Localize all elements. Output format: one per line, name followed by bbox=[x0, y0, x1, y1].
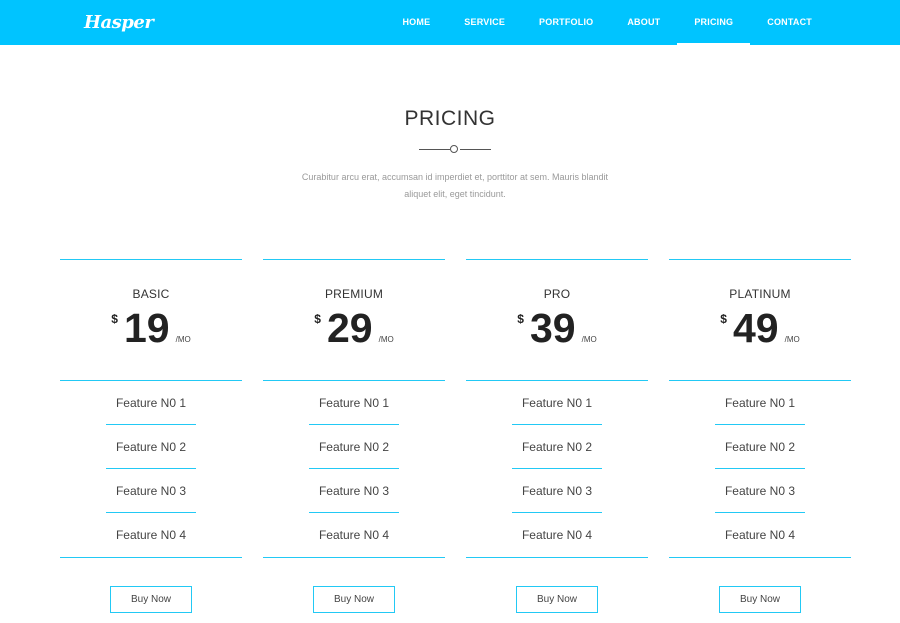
site-logo[interactable]: Hasper bbox=[84, 12, 154, 33]
nav-item-home[interactable]: HOME bbox=[385, 0, 447, 45]
price-amount: 49 bbox=[732, 305, 779, 351]
nav-item-service[interactable]: SERVICE bbox=[447, 0, 522, 45]
price-period: /MO bbox=[175, 335, 191, 344]
feature-item: Feature N0 4 bbox=[115, 528, 187, 542]
feature-item: Feature N0 2 bbox=[669, 425, 851, 469]
feature-item: Feature N0 1 bbox=[60, 381, 242, 425]
price-period: /MO bbox=[784, 335, 800, 344]
feature-item: Feature N0 4 bbox=[724, 528, 796, 542]
price-period: /MO bbox=[378, 335, 394, 344]
feature-item: Feature N0 1 bbox=[466, 381, 648, 425]
buy-now-button-platinum[interactable]: Buy Now bbox=[719, 586, 801, 613]
main-nav: HOME SERVICE PORTFOLIO ABOUT PRICING CON… bbox=[385, 0, 829, 45]
section-description: Curabitur arcu erat, accumsan id imperdi… bbox=[301, 172, 609, 199]
plan-header: PLATINUM $49/MO bbox=[669, 259, 851, 381]
feature-item: Feature N0 1 bbox=[263, 381, 445, 425]
price-amount: 19 bbox=[123, 305, 170, 351]
plan-header: PREMIUM $29/MO bbox=[263, 259, 445, 381]
divider-circle-icon bbox=[450, 145, 458, 153]
feature-item: Feature N0 2 bbox=[60, 425, 242, 469]
plan-card-basic: BASIC $19/MO Feature N0 1 Feature N0 2 F… bbox=[60, 259, 242, 613]
buy-now-button-premium[interactable]: Buy Now bbox=[313, 586, 395, 613]
plan-card-platinum: PLATINUM $49/MO Feature N0 1 Feature N0 … bbox=[669, 259, 851, 613]
price-amount: 39 bbox=[529, 305, 576, 351]
feature-list: Feature N0 1 Feature N0 2 Feature N0 3 F… bbox=[60, 381, 242, 558]
price-currency: $ bbox=[111, 312, 118, 326]
feature-list: Feature N0 1 Feature N0 2 Feature N0 3 F… bbox=[669, 381, 851, 558]
plan-header: PRO $39/MO bbox=[466, 259, 648, 381]
buy-now-button-basic[interactable]: Buy Now bbox=[110, 586, 192, 613]
price-currency: $ bbox=[314, 312, 321, 326]
plan-price: $49/MO bbox=[669, 304, 851, 352]
price-period: /MO bbox=[581, 335, 597, 344]
plan-name: PRO bbox=[543, 287, 571, 301]
section-title: PRICING bbox=[404, 107, 496, 130]
feature-item: Feature N0 3 bbox=[263, 469, 445, 513]
nav-item-pricing[interactable]: PRICING bbox=[677, 0, 751, 45]
price-currency: $ bbox=[517, 312, 524, 326]
feature-item: Feature N0 4 bbox=[318, 528, 390, 542]
feature-item: Feature N0 4 bbox=[521, 528, 593, 542]
feature-item: Feature N0 2 bbox=[466, 425, 648, 469]
nav-item-portfolio[interactable]: PORTFOLIO bbox=[522, 0, 610, 45]
nav-item-contact[interactable]: CONTACT bbox=[750, 0, 829, 45]
feature-list: Feature N0 1 Feature N0 2 Feature N0 3 F… bbox=[263, 381, 445, 558]
nav-item-about[interactable]: ABOUT bbox=[610, 0, 677, 45]
divider-line-left bbox=[419, 149, 450, 150]
feature-list: Feature N0 1 Feature N0 2 Feature N0 3 F… bbox=[466, 381, 648, 558]
feature-item: Feature N0 3 bbox=[669, 469, 851, 513]
plan-card-pro: PRO $39/MO Feature N0 1 Feature N0 2 Fea… bbox=[466, 259, 648, 613]
feature-item: Feature N0 2 bbox=[263, 425, 445, 469]
plan-name: PLATINUM bbox=[729, 287, 791, 301]
feature-item: Feature N0 3 bbox=[466, 469, 648, 513]
price-amount: 29 bbox=[326, 305, 373, 351]
buy-now-button-pro[interactable]: Buy Now bbox=[516, 586, 598, 613]
plan-price: $39/MO bbox=[466, 304, 648, 352]
feature-item: Feature N0 1 bbox=[669, 381, 851, 425]
price-currency: $ bbox=[720, 312, 727, 326]
top-navbar: Hasper HOME SERVICE PORTFOLIO ABOUT PRIC… bbox=[0, 0, 900, 45]
plan-price: $19/MO bbox=[60, 304, 242, 352]
plan-card-premium: PREMIUM $29/MO Feature N0 1 Feature N0 2… bbox=[263, 259, 445, 613]
plan-name: BASIC bbox=[132, 287, 170, 301]
pricing-plans: BASIC $19/MO Feature N0 1 Feature N0 2 F… bbox=[60, 259, 851, 613]
divider-line-right bbox=[460, 149, 491, 150]
plan-price: $29/MO bbox=[263, 304, 445, 352]
plan-name: PREMIUM bbox=[324, 287, 384, 301]
plan-header: BASIC $19/MO bbox=[60, 259, 242, 381]
title-divider bbox=[419, 145, 491, 154]
feature-item: Feature N0 3 bbox=[60, 469, 242, 513]
